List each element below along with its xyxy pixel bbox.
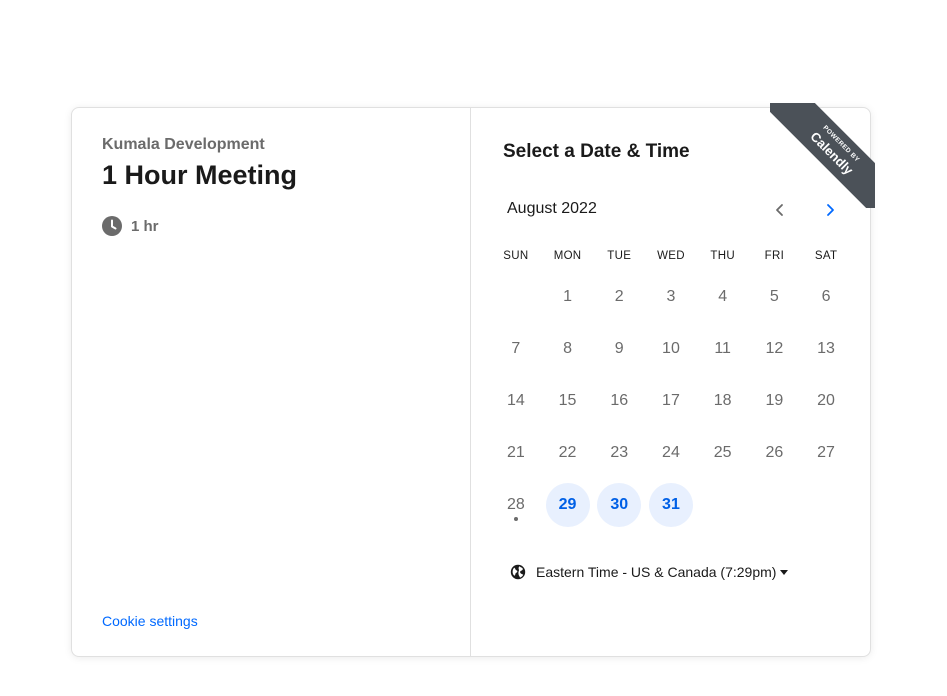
calendar-day: 26	[765, 444, 784, 461]
calendar-day: 13	[817, 340, 835, 357]
calendar-day: 1	[563, 288, 572, 305]
timezone-label: Eastern Time - US & Canada (7:29pm)	[536, 564, 777, 580]
calendar-day: 25	[713, 444, 732, 461]
calendar-day: 22	[558, 444, 577, 461]
calendar-cell: 11	[697, 323, 749, 375]
weekday-label: MON	[553, 250, 582, 262]
calendar-day: 17	[662, 392, 680, 409]
calendar-cell: 12	[749, 323, 801, 375]
weekday-label: FRI	[764, 250, 785, 262]
calendar-day: 6	[821, 288, 831, 305]
calendar-cell: 3	[645, 271, 697, 323]
calendar-day: 18	[713, 392, 732, 409]
calendar-day: 7	[511, 340, 521, 357]
calendar-cell: 31	[645, 479, 697, 531]
calendar-cell: 18	[697, 375, 749, 427]
calendar-day: 20	[817, 392, 835, 409]
calendar-cell: 15	[542, 375, 594, 427]
calendly-ribbon-link[interactable]: POWERED BY Calendly	[770, 103, 875, 208]
calendar-cell: 6	[800, 271, 852, 323]
calendar-day: 19	[765, 392, 784, 409]
calendar-day: 10	[662, 340, 680, 357]
available-day-button[interactable]: 31	[648, 483, 693, 527]
calendar-cell: 20	[800, 375, 852, 427]
clock-icon	[102, 216, 122, 236]
calendar-day: 14	[506, 392, 525, 409]
calendar-cell: 10	[645, 323, 697, 375]
organization-name: Kumala Development	[102, 136, 265, 153]
calendar-cell: 5	[749, 271, 801, 323]
available-day-button[interactable]: 30	[597, 483, 642, 527]
calendar-day: 9	[614, 340, 624, 357]
cookie-settings-link[interactable]: Cookie settings	[102, 613, 198, 629]
weekday-label: THU	[710, 250, 735, 262]
calendar-day: 12	[765, 340, 784, 357]
calendar-day: 21	[506, 444, 525, 461]
calendar-cell: 30	[593, 479, 645, 531]
calendar-cell: 14	[490, 375, 542, 427]
globe-icon	[510, 564, 526, 580]
calendar-cell: 8	[542, 323, 594, 375]
event-details-panel: Kumala Development 1 Hour Meeting 1 hr C…	[72, 108, 471, 656]
calendar-cell: 1	[542, 271, 594, 323]
calendar-cell: 28	[490, 479, 542, 531]
calendar-cell: 24	[645, 427, 697, 479]
calendar-cell: 13	[800, 323, 852, 375]
event-title: 1 Hour Meeting	[102, 160, 298, 190]
weekday-label: WED	[657, 250, 685, 262]
weekday-label: SAT	[814, 250, 838, 262]
weekday-label: TUE	[607, 250, 632, 262]
calendar-day: 3	[666, 288, 676, 305]
timezone-selector[interactable]: Eastern Time - US & Canada (7:29pm)	[510, 564, 789, 580]
available-day-button[interactable]: 29	[545, 483, 590, 527]
powered-by-badge: POWERED BY Calendly	[770, 103, 875, 208]
calendar-cell: 29	[542, 479, 594, 531]
calendar-cell: 27	[800, 427, 852, 479]
calendar-cell: 19	[749, 375, 801, 427]
calendar-day: 11	[714, 340, 731, 357]
calendar-cell: 9	[593, 323, 645, 375]
calendar-cell	[490, 271, 542, 323]
calendar-day: 5	[769, 288, 779, 305]
weekday-label: SUN	[503, 250, 529, 262]
booking-card: Kumala Development 1 Hour Meeting 1 hr C…	[71, 107, 871, 657]
duration-label: 1 hr	[131, 217, 159, 235]
weekday-header: SUN MON TUE WED THU FRI SAT	[490, 250, 852, 262]
calendar-day: 24	[662, 444, 680, 461]
calendar-day: 2	[614, 288, 624, 305]
calendar-cell: 26	[749, 427, 801, 479]
month-label: August 2022	[507, 200, 597, 217]
calendar-cell: 7	[490, 323, 542, 375]
calendar-day: 27	[817, 444, 835, 461]
calendar-day: 23	[610, 444, 629, 461]
calendar-cell: 4	[697, 271, 749, 323]
calendar-grid: 1 2 3 4 5 6 7 8 9 10 11 12 13 14 15 16 17 18 19 20 21 22 23 24 2…	[490, 271, 852, 531]
calendar-day: 28	[494, 483, 538, 527]
event-duration: 1 hr	[102, 216, 159, 236]
caret-down-icon	[780, 569, 789, 575]
calendar-cell: 23	[593, 427, 645, 479]
calendar-day: 15	[558, 392, 577, 409]
calendar-cell: 21	[490, 427, 542, 479]
calendar-cell: 2	[593, 271, 645, 323]
calendar-cell: 16	[593, 375, 645, 427]
calendar-cell: 22	[542, 427, 594, 479]
calendar-day: 4	[718, 288, 728, 305]
calendar-cell: 17	[645, 375, 697, 427]
calendar-cell: 25	[697, 427, 749, 479]
calendar-day: 16	[610, 392, 629, 409]
page-title: Select a Date & Time	[503, 141, 690, 162]
calendar-day: 8	[563, 340, 572, 357]
